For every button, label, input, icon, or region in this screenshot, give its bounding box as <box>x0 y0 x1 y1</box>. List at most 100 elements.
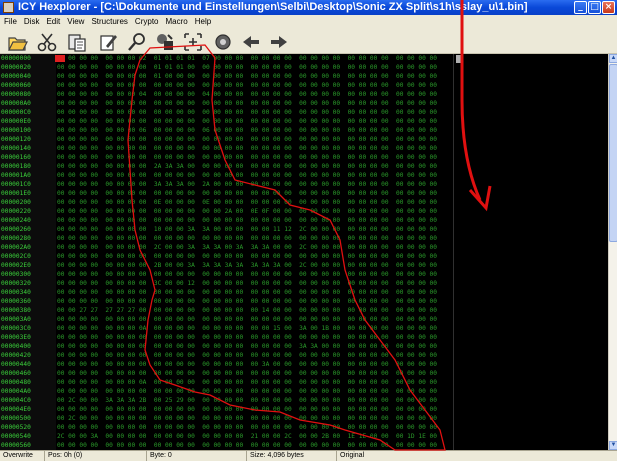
row-address: 00000520 <box>1 424 31 431</box>
row-hex-bytes[interactable]: 00 00 00 00 00 00 00 00 00 00 00 00 00 0… <box>57 136 437 144</box>
row-address: 00000060 <box>1 82 31 89</box>
menu-disk[interactable]: Disk <box>24 15 40 29</box>
row-address: 00000500 <box>1 415 31 422</box>
edit-icon[interactable] <box>97 31 119 53</box>
row-hex-bytes[interactable]: 00 00 00 00 00 00 00 00 00 00 00 00 00 0… <box>57 118 437 126</box>
row-address: 00000020 <box>1 64 31 71</box>
status-size: Size: 4,096 bytes <box>246 451 336 461</box>
scroll-thumb[interactable] <box>609 64 617 242</box>
row-address: 00000540 <box>1 433 31 440</box>
row-hex-bytes[interactable]: 00 00 00 00 00 00 00 00 10 00 00 3A 3A 0… <box>57 226 437 234</box>
row-hex-bytes[interactable]: 00 00 00 00 00 00 00 00 00 00 00 00 00 0… <box>57 343 437 351</box>
search-icon[interactable] <box>126 31 148 53</box>
row-address: 00000000 <box>1 55 31 62</box>
row-hex-bytes[interactable]: 00 00 00 00 00 00 00 00 00 00 00 00 00 0… <box>57 100 437 108</box>
menu-structures[interactable]: Structures <box>91 15 127 29</box>
row-address: 00000420 <box>1 352 31 359</box>
row-address: 00000360 <box>1 298 31 305</box>
row-address: 000004E0 <box>1 406 31 413</box>
row-hex-bytes[interactable]: 00 00 00 00 00 00 00 00 3C 00 00 12 00 0… <box>57 280 437 288</box>
row-hex-bytes[interactable]: 00 00 00 00 00 00 00 00 00 00 00 00 00 0… <box>57 406 437 414</box>
row-hex-bytes[interactable]: 00 00 00 00 00 00 00 00 00 00 00 00 00 0… <box>57 316 437 324</box>
row-hex-bytes[interactable]: 00 00 00 00 00 00 00 00 00 00 00 00 00 0… <box>57 352 437 360</box>
select-icon[interactable] <box>182 31 204 53</box>
row-address: 00000480 <box>1 379 31 386</box>
maximize-button[interactable]: □ <box>588 1 601 14</box>
row-hex-bytes[interactable]: 00 00 00 00 00 00 00 00 00 00 00 00 00 0… <box>57 154 437 162</box>
row-hex-bytes[interactable]: 00 00 00 00 00 00 00 00 00 00 00 00 00 0… <box>57 334 437 342</box>
row-address: 000003C0 <box>1 325 31 332</box>
tools-icon[interactable] <box>154 31 176 53</box>
row-address: 000000E0 <box>1 118 31 125</box>
menu-bar: File Disk Edit View Structures Crypto Ma… <box>0 15 617 29</box>
minimize-button[interactable]: _ <box>574 1 587 14</box>
forward-arrow-icon[interactable] <box>268 31 290 53</box>
menu-edit[interactable]: Edit <box>46 15 60 29</box>
menu-file[interactable]: File <box>4 15 17 29</box>
row-hex-bytes[interactable]: 00 00 27 27 27 27 27 00 00 00 00 00 00 0… <box>57 307 437 315</box>
row-hex-bytes[interactable]: 00 00 00 00 00 00 00 00 00 00 00 00 00 0… <box>57 388 437 396</box>
row-hex-bytes[interactable]: 00 00 00 00 00 00 00 00 00 00 00 00 00 0… <box>57 253 437 261</box>
row-hex-bytes[interactable]: 00 00 00 00 00 00 00 00 01 01 01 00 00 0… <box>57 64 437 72</box>
row-hex-bytes[interactable]: 00 00 00 00 00 00 00 02 01 01 01 01 07 0… <box>57 55 437 63</box>
scroll-up-button[interactable]: ▲ <box>609 54 617 63</box>
status-mode: Overwrite <box>3 452 33 459</box>
close-button[interactable]: × <box>602 1 615 14</box>
title-bar: ICY Hexplorer - [C:\Dokumente und Einste… <box>0 0 617 15</box>
row-hex-bytes[interactable]: 00 00 00 00 00 00 00 00 00 00 00 00 00 0… <box>57 208 437 216</box>
row-hex-bytes[interactable]: 00 00 00 00 00 00 00 00 01 00 00 00 00 0… <box>57 73 437 81</box>
menu-crypto[interactable]: Crypto <box>135 15 159 29</box>
row-hex-bytes[interactable]: 00 00 00 00 00 00 00 0A 00 00 00 00 00 0… <box>57 325 437 333</box>
row-hex-bytes[interactable]: 00 00 00 00 00 00 00 00 3A 3A 3A 00 2A 0… <box>57 181 437 189</box>
row-hex-bytes[interactable]: 00 00 00 00 00 00 00 00 00 00 00 00 00 0… <box>57 424 437 432</box>
row-address: 000003E0 <box>1 334 31 341</box>
vertical-scrollbar[interactable]: ▲ ▼ <box>608 54 617 450</box>
ascii-cursor <box>456 55 461 63</box>
hex-editor-view[interactable]: 00000000 00 00 00 00 00 00 00 02 01 01 01… <box>0 54 608 450</box>
open-icon[interactable] <box>6 31 28 53</box>
row-hex-bytes[interactable]: 00 00 00 00 00 00 00 00 2C 00 00 3A 3A 3… <box>57 244 437 252</box>
row-hex-bytes[interactable]: 00 00 00 00 00 00 00 00 00 00 00 00 00 0… <box>57 271 437 279</box>
row-hex-bytes[interactable]: 00 00 00 00 00 00 00 00 2B 00 00 3A 3A 3… <box>57 262 437 270</box>
row-address: 00000160 <box>1 154 31 161</box>
row-hex-bytes[interactable]: 2C 00 00 3A 00 00 00 00 00 00 00 00 00 0… <box>57 433 437 441</box>
row-hex-bytes[interactable]: 00 00 00 00 00 00 00 00 0E 00 00 00 0E 0… <box>57 199 437 207</box>
stop-icon[interactable] <box>212 31 234 53</box>
row-address: 000002E0 <box>1 262 31 269</box>
app-icon <box>3 2 14 13</box>
row-hex-bytes[interactable]: 00 00 00 00 00 00 00 00 00 00 00 00 00 0… <box>57 109 437 117</box>
cut-icon[interactable] <box>36 31 58 53</box>
ascii-column[interactable] <box>453 54 608 450</box>
menu-macro[interactable]: Macro <box>165 15 187 29</box>
status-bar: Overwrite Pos: 0h (0) Byte: 0 Size: 4,09… <box>0 450 617 461</box>
row-address: 000003A0 <box>1 316 31 323</box>
hex-cursor <box>55 55 65 62</box>
row-hex-bytes[interactable]: 00 00 00 00 00 00 00 00 00 00 00 00 00 0… <box>57 217 437 225</box>
row-hex-bytes[interactable]: 00 00 00 00 00 00 00 00 00 00 00 00 00 0… <box>57 298 437 306</box>
row-hex-bytes[interactable]: 00 00 00 00 00 00 00 00 00 00 00 00 00 0… <box>57 442 437 450</box>
row-hex-bytes[interactable]: 00 00 00 00 00 00 00 0A 00 00 00 00 00 0… <box>57 379 437 387</box>
row-hex-bytes[interactable]: 00 00 00 00 00 00 00 00 00 00 00 00 00 0… <box>57 361 437 369</box>
row-hex-bytes[interactable]: 00 2C 00 00 3A 3A 3A 2B 00 25 29 00 00 0… <box>57 397 437 405</box>
scroll-down-button[interactable]: ▼ <box>609 441 617 450</box>
menu-help[interactable]: Help <box>195 15 211 29</box>
row-hex-bytes[interactable]: 00 00 00 00 00 00 00 00 00 00 00 00 00 0… <box>57 235 437 243</box>
row-address: 00000440 <box>1 361 31 368</box>
paste-icon[interactable] <box>66 31 88 53</box>
row-hex-bytes[interactable]: 00 2C 00 00 00 00 00 00 00 00 00 00 00 0… <box>57 415 437 423</box>
row-hex-bytes[interactable]: 00 00 00 00 00 00 00 00 2A 3A 3A 00 00 0… <box>57 163 437 171</box>
row-address: 000000A0 <box>1 100 31 107</box>
row-address: 00000400 <box>1 343 31 350</box>
row-hex-bytes[interactable]: 00 00 00 00 00 00 00 00 00 00 00 00 00 0… <box>57 82 437 90</box>
row-hex-bytes[interactable]: 00 00 00 00 00 00 00 04 00 00 00 00 04 0… <box>57 91 437 99</box>
row-address: 00000100 <box>1 127 31 134</box>
row-hex-bytes[interactable]: 00 00 00 00 00 00 00 00 00 00 00 00 00 0… <box>57 190 437 198</box>
row-hex-bytes[interactable]: 00 00 00 00 00 00 00 00 00 00 00 00 00 0… <box>57 289 437 297</box>
row-hex-bytes[interactable]: 00 00 00 00 00 00 00 06 00 00 00 00 06 0… <box>57 127 437 135</box>
row-hex-bytes[interactable]: 00 00 00 00 00 00 00 00 00 00 00 00 00 0… <box>57 370 437 378</box>
back-arrow-icon[interactable] <box>240 31 262 53</box>
menu-view[interactable]: View <box>67 15 84 29</box>
row-hex-bytes[interactable]: 00 00 00 00 00 00 00 00 00 00 00 00 00 0… <box>57 145 437 153</box>
toolbar <box>0 29 617 54</box>
row-hex-bytes[interactable]: 00 00 00 00 00 00 00 00 00 00 00 00 00 0… <box>57 172 437 180</box>
